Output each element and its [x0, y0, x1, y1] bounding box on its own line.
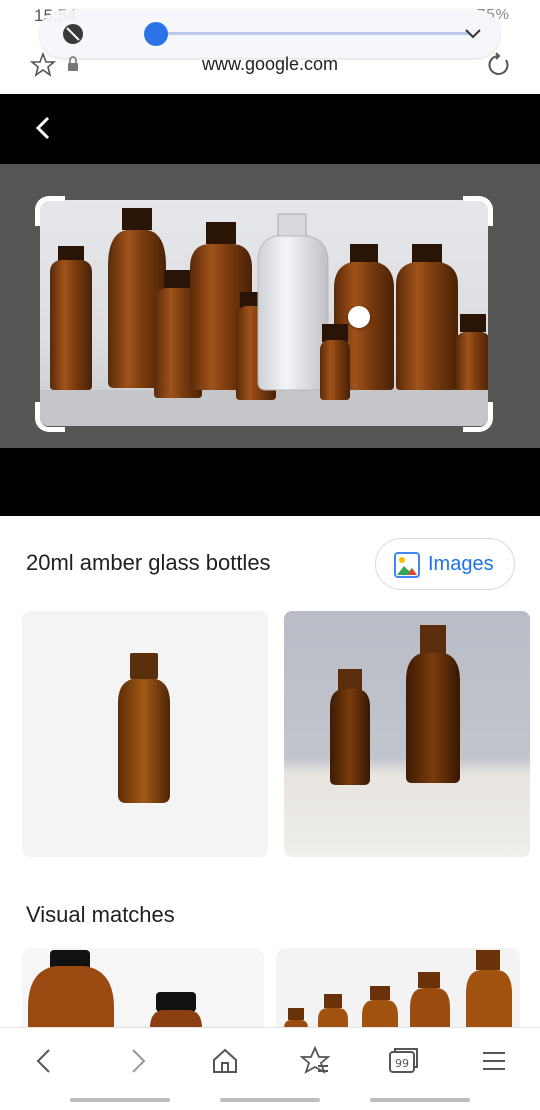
- tab-count: 99: [395, 1057, 409, 1070]
- images-button-label: Images: [428, 553, 494, 575]
- bottle-thumbnail: [118, 653, 170, 803]
- image-icon: [394, 552, 420, 578]
- back-icon[interactable]: [28, 1044, 62, 1078]
- home-icon[interactable]: [208, 1044, 242, 1078]
- lens-header: [0, 94, 540, 164]
- crop-corner-top-right[interactable]: [463, 196, 493, 226]
- menu-icon[interactable]: [477, 1044, 511, 1078]
- tabs-icon[interactable]: 99: [386, 1044, 420, 1078]
- result-image-card[interactable]: [284, 611, 530, 857]
- crop-corner-bottom-left[interactable]: [35, 402, 65, 432]
- gesture-handle: [370, 1098, 470, 1102]
- gesture-handle: [220, 1098, 320, 1102]
- bookmarks-icon[interactable]: [298, 1044, 332, 1078]
- visual-matches-title: Visual matches: [26, 902, 175, 927]
- lens-footer: [0, 448, 540, 516]
- crop-corner-bottom-right[interactable]: [463, 402, 493, 432]
- visual-match-thumbnail: [28, 950, 202, 1038]
- visual-match-card[interactable]: [276, 948, 520, 1038]
- forward-icon[interactable]: [120, 1044, 154, 1078]
- results-title: 20ml amber glass bottles: [26, 550, 271, 575]
- gesture-handle: [70, 1098, 170, 1102]
- brightness-track[interactable]: [152, 32, 470, 35]
- back-arrow-icon[interactable]: [30, 112, 58, 144]
- visual-match-thumbnail: [284, 950, 512, 1038]
- reload-icon[interactable]: [486, 52, 512, 78]
- lens-object-dot[interactable]: [348, 306, 370, 328]
- amber-bottles-photo: [40, 200, 488, 426]
- crop-corner-top-left[interactable]: [35, 196, 65, 226]
- visual-match-card[interactable]: [22, 948, 264, 1038]
- result-image-card[interactable]: [22, 611, 268, 857]
- images-button[interactable]: Images: [375, 538, 515, 590]
- url-field[interactable]: www.google.com: [0, 54, 540, 75]
- address-bar: www.google.com: [0, 40, 540, 90]
- bottle-group: [50, 208, 488, 400]
- bottles-thumbnail: [330, 625, 460, 785]
